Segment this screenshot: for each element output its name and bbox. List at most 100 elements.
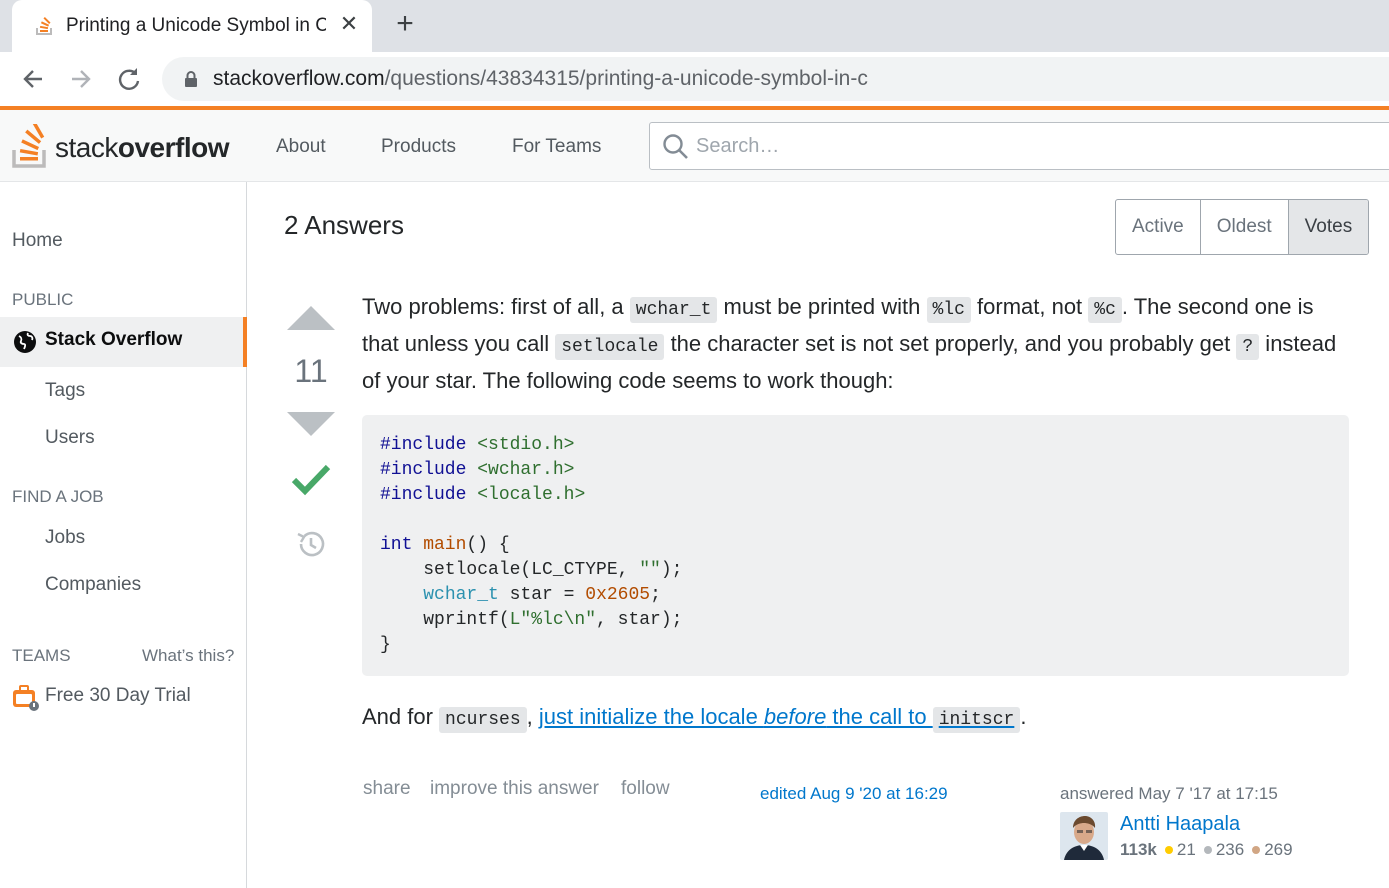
code-plain: wprintf( bbox=[380, 610, 510, 630]
code-plain: ; bbox=[650, 585, 661, 605]
code-string: L"%lc\n" bbox=[509, 610, 597, 630]
nav-products[interactable]: Products bbox=[381, 136, 456, 158]
nav-for-teams[interactable]: For Teams bbox=[512, 136, 601, 158]
briefcase-icon bbox=[13, 685, 39, 711]
improve-answer-link[interactable]: improve this answer bbox=[430, 778, 599, 800]
forward-arrow-icon[interactable] bbox=[66, 64, 96, 94]
sidebar-heading-find-a-job: FIND A JOB bbox=[12, 487, 104, 506]
edited-timestamp-link[interactable]: edited Aug 9 '20 at 16:29 bbox=[760, 784, 948, 804]
site-header: stackoverflow About Products For Teams bbox=[0, 106, 1389, 182]
sort-active-button[interactable]: Active bbox=[1116, 200, 1201, 254]
code-keyword: #include bbox=[380, 460, 467, 480]
code-string: "" bbox=[639, 560, 661, 580]
lock-icon bbox=[185, 71, 197, 87]
sidebar-item-users[interactable]: Users bbox=[45, 427, 95, 449]
browser-tab[interactable]: Printing a Unicode Symbol in C ✕ bbox=[12, 0, 372, 52]
code-plain: } bbox=[380, 635, 391, 655]
browser-tabstrip: Printing a Unicode Symbol in C ✕ + bbox=[0, 0, 1389, 52]
code-plain: setlocale(LC_CTYPE, bbox=[380, 560, 640, 580]
upvote-arrow-icon[interactable] bbox=[287, 306, 335, 330]
sort-oldest-button[interactable]: Oldest bbox=[1201, 200, 1289, 254]
code-plain: star = bbox=[498, 585, 586, 605]
sidebar-item-label: Stack Overflow bbox=[45, 329, 183, 350]
user-reputation: 113k 21 236 269 bbox=[1120, 840, 1293, 860]
gold-badge-icon bbox=[1164, 845, 1173, 854]
code-keyword: #include bbox=[380, 435, 467, 455]
code-number: 0x2605 bbox=[585, 585, 651, 605]
inline-code-wchar-t: wchar_t bbox=[629, 297, 718, 323]
vote-count: 11 bbox=[294, 353, 328, 389]
user-name-link[interactable]: Antti Haapala bbox=[1120, 813, 1240, 836]
logo-wordmark: stackoverflow bbox=[55, 132, 230, 164]
answers-count-heading: 2 Answers bbox=[284, 210, 404, 240]
code-keyword: int bbox=[380, 535, 413, 555]
left-sidebar: Home PUBLIC Stack Overflow Tags Users FI… bbox=[0, 182, 247, 888]
sidebar-item-tags[interactable]: Tags bbox=[45, 380, 85, 402]
code-string: <stdio.h> bbox=[466, 435, 575, 455]
history-icon[interactable] bbox=[295, 528, 327, 560]
code-block: #include <stdio.h> #include <wchar.h> #i… bbox=[362, 415, 1349, 676]
gold-badge-count: 21 bbox=[1176, 840, 1196, 859]
new-tab-button[interactable]: + bbox=[390, 9, 420, 40]
inline-code-c: %c bbox=[1088, 297, 1122, 323]
avatar[interactable] bbox=[1060, 812, 1108, 860]
answer-sort-tabs: Active Oldest Votes bbox=[1115, 199, 1370, 255]
tab-title: Printing a Unicode Symbol in C bbox=[66, 15, 326, 36]
code-type: wchar_t bbox=[423, 585, 499, 605]
stack-logo-icon bbox=[12, 124, 46, 168]
code-function-name: main bbox=[412, 535, 467, 555]
logo-light-text: stack bbox=[55, 132, 118, 163]
whats-this-link[interactable]: What’s this? bbox=[142, 646, 234, 666]
p1-text-1: Two problems: first of all, a bbox=[362, 294, 630, 319]
answered-timestamp: answered May 7 '17 at 17:15 bbox=[1060, 784, 1278, 803]
silver-badge-count: 236 bbox=[1215, 840, 1245, 859]
code-string: <wchar.h> bbox=[466, 460, 575, 480]
code-keyword: #include bbox=[380, 485, 467, 505]
close-tab-icon[interactable]: ✕ bbox=[336, 11, 362, 39]
sidebar-item-home[interactable]: Home bbox=[12, 230, 63, 252]
url-text: stackoverflow.com/questions/43834315/pri… bbox=[213, 67, 868, 91]
code-string: <locale.h> bbox=[466, 485, 586, 505]
url-host: stackoverflow.com bbox=[213, 67, 385, 90]
code-plain: ); bbox=[660, 560, 683, 580]
bronze-badge-icon bbox=[1252, 845, 1261, 854]
reload-icon[interactable] bbox=[114, 64, 144, 94]
p2-text-3: . bbox=[1020, 704, 1027, 729]
sidebar-item-jobs[interactable]: Jobs bbox=[45, 527, 85, 549]
address-bar[interactable]: stackoverflow.com/questions/43834315/pri… bbox=[162, 57, 1389, 101]
logo-bold-text: overflow bbox=[117, 132, 230, 163]
inline-code-ncurses: ncurses bbox=[439, 707, 527, 733]
free-trial-link[interactable]: Free 30 Day Trial bbox=[45, 685, 191, 707]
stackoverflow-favicon-icon bbox=[36, 16, 52, 35]
share-link[interactable]: share bbox=[363, 778, 411, 800]
downvote-arrow-icon[interactable] bbox=[287, 412, 335, 436]
silver-badge-icon bbox=[1203, 845, 1212, 854]
link-text: the call to bbox=[826, 704, 933, 729]
search-icon bbox=[663, 134, 688, 159]
inline-code-question-mark: ? bbox=[1236, 334, 1260, 360]
link-text: just initialize the locale bbox=[538, 704, 764, 729]
p2-text-2: , bbox=[526, 704, 539, 729]
code-plain: , star); bbox=[596, 610, 683, 630]
code-plain: () { bbox=[466, 535, 510, 555]
p1-text-2: must be printed with bbox=[717, 294, 927, 319]
bronze-badge-count: 269 bbox=[1264, 840, 1293, 859]
sidebar-item-stack-overflow[interactable]: Stack Overflow bbox=[0, 317, 247, 367]
back-arrow-icon[interactable] bbox=[18, 64, 48, 94]
sidebar-item-companies[interactable]: Companies bbox=[45, 574, 141, 596]
inline-code-initscr: initscr bbox=[932, 707, 1021, 733]
link-emphasis: before bbox=[763, 704, 827, 729]
search-input[interactable] bbox=[696, 123, 1376, 169]
sort-votes-button[interactable]: Votes bbox=[1288, 200, 1369, 254]
site-search bbox=[649, 122, 1389, 170]
nav-about[interactable]: About bbox=[276, 136, 326, 158]
browser-toolbar: stackoverflow.com/questions/43834315/pri… bbox=[0, 52, 1389, 106]
inline-code-lc: %lc bbox=[926, 297, 971, 323]
sidebar-heading-public: PUBLIC bbox=[12, 290, 74, 309]
globe-icon bbox=[14, 331, 36, 353]
initialize-locale-link[interactable]: just initialize the locale before the ca… bbox=[538, 704, 1021, 733]
p1-text-5: the character set is not set properly, a… bbox=[664, 331, 1237, 356]
url-path: /questions/43834315/printing-a-unicode-s… bbox=[384, 67, 868, 90]
stackoverflow-logo[interactable]: stackoverflow bbox=[12, 122, 237, 170]
follow-link[interactable]: follow bbox=[621, 778, 670, 800]
